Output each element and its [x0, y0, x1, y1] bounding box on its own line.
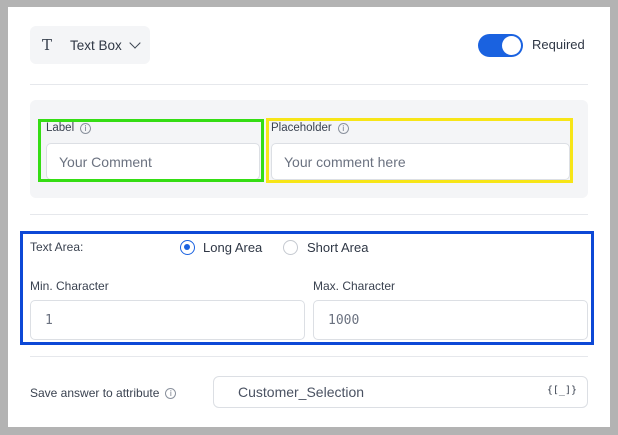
field-type-label: Text Box [70, 37, 122, 53]
highlight-box-green [38, 119, 264, 182]
field-type-dropdown[interactable]: T Text Box [30, 26, 150, 64]
required-toggle[interactable] [478, 34, 523, 57]
variable-icon[interactable]: {[_]} [547, 385, 577, 396]
highlight-box-yellow [266, 118, 573, 183]
attribute-caption-text: Save answer to attribute [30, 386, 160, 400]
divider [30, 214, 588, 215]
text-type-icon: T [42, 36, 53, 54]
toggle-knob [502, 36, 521, 55]
chevron-down-icon [129, 37, 141, 49]
highlight-box-blue [20, 231, 594, 345]
required-label: Required [532, 37, 585, 52]
divider [30, 84, 588, 85]
attribute-caption: Save answer to attribute i [30, 386, 177, 400]
attribute-value: Customer_Selection [238, 384, 365, 400]
attribute-input[interactable]: Customer_Selection {[_]} [213, 376, 588, 408]
info-icon: i [165, 387, 177, 399]
field-settings-panel: T Text Box Required Label i Your Comment… [8, 7, 610, 427]
divider [30, 356, 588, 357]
